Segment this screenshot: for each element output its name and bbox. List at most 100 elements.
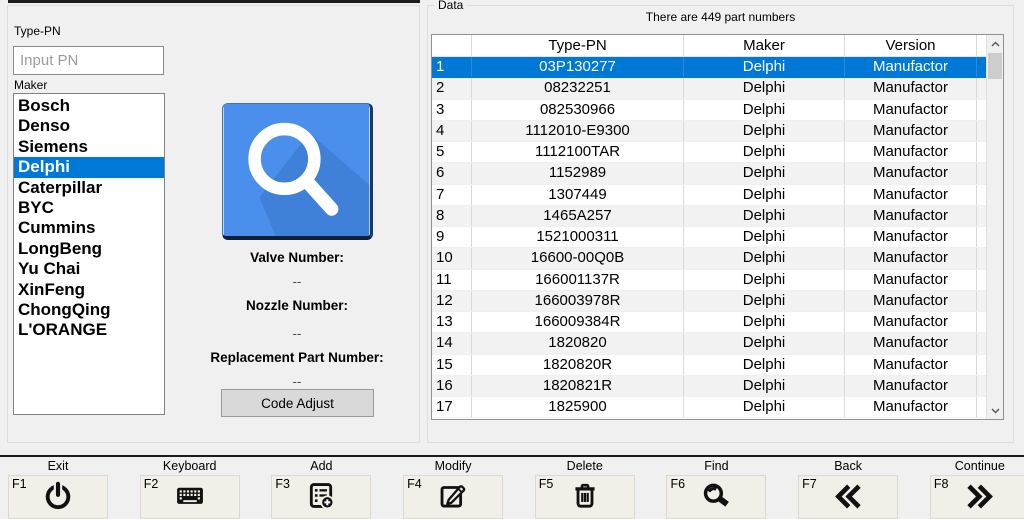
table-row[interactable]: 141820820DelphiManufactor (432, 333, 1003, 354)
cell-maker: Delphi (684, 376, 845, 396)
maker-option[interactable]: Yu Chai (14, 259, 164, 279)
table-row[interactable]: 208232251DelphiManufactor (432, 78, 1003, 99)
cell-maker: Delphi (684, 312, 845, 332)
table-row[interactable]: 41112010-E9300DelphiManufactor (432, 121, 1003, 142)
scroll-down-icon[interactable] (987, 402, 1003, 419)
table-row[interactable]: 1016600-00Q0BDelphiManufactor (432, 248, 1003, 269)
maker-option[interactable]: Cummins (14, 218, 164, 238)
maker-option[interactable]: Denso (14, 116, 164, 136)
cell-version: Manufactor (845, 397, 977, 417)
cell-num: 6 (432, 163, 472, 183)
table-row[interactable]: 13166009384RDelphiManufactor (432, 312, 1003, 333)
maker-option[interactable]: XinFeng (14, 280, 164, 300)
exit-button[interactable]: F1 (8, 475, 108, 519)
double-chevron-left-icon (829, 480, 867, 513)
cell-type_pn: 08232251 (472, 78, 684, 98)
cell-version: Manufactor (845, 270, 977, 290)
fkey-text: F2 (144, 477, 159, 491)
cell-type_pn: 166003978R (472, 291, 684, 311)
table-row[interactable]: 91521000311DelphiManufactor (432, 227, 1003, 248)
table-row[interactable]: 61152989DelphiManufactor (432, 163, 1003, 184)
cell-type_pn: 1112100TAR (472, 142, 684, 162)
table-row[interactable]: 103P130277DelphiManufactor (432, 57, 1003, 78)
continue-button[interactable]: F8 (930, 475, 1024, 519)
find-button[interactable]: F6 (666, 475, 766, 519)
maker-option[interactable]: BYC (14, 198, 164, 218)
table-row[interactable]: 71307449DelphiManufactor (432, 185, 1003, 206)
scroll-up-icon[interactable] (987, 35, 1003, 52)
table-row[interactable]: 161820821RDelphiManufactor (432, 376, 1003, 397)
back-button[interactable]: F7 (798, 475, 898, 519)
data-groupbox: Data There are 449 part numbers Type-PN … (427, 5, 1014, 443)
cell-version: Manufactor (845, 78, 977, 98)
header-type-pn: Type-PN (472, 35, 684, 56)
replacement-part-number-label: Replacement Part Number: (181, 350, 413, 365)
cell-num: 7 (432, 185, 472, 205)
cell-num: 11 (432, 270, 472, 290)
add-button[interactable]: F3 (271, 475, 371, 519)
fkey-text: F3 (275, 477, 290, 491)
vertical-scrollbar[interactable] (986, 35, 1003, 419)
part-number-table[interactable]: Type-PN Maker Version 103P130277DelphiMa… (431, 34, 1004, 420)
part-number-input[interactable] (13, 46, 164, 75)
part-count-text: There are 449 part numbers (428, 10, 1013, 24)
function-slot: DeleteF5 (535, 459, 635, 514)
maker-option[interactable]: Siemens (14, 137, 164, 157)
maker-option[interactable]: LongBeng (14, 239, 164, 259)
function-bar: ExitF1KeyboardF2AddF3ModifyF4DeleteF5Fin… (8, 459, 1024, 514)
function-slot: BackF7 (798, 459, 898, 514)
table-row[interactable]: 3082530966DelphiManufactor (432, 100, 1003, 121)
function-slot: FindF6 (666, 459, 766, 514)
table-body: 103P130277DelphiManufactor208232251Delph… (432, 57, 1003, 418)
cell-maker: Delphi (684, 206, 845, 226)
power-icon (43, 480, 74, 511)
keyboard-button[interactable]: F2 (140, 475, 240, 519)
maker-option[interactable]: ChongQing (14, 300, 164, 320)
cell-maker: Delphi (684, 270, 845, 290)
delete-button[interactable]: F5 (535, 475, 635, 519)
valve-number-value: -- (181, 274, 413, 289)
fkey-text: F4 (407, 477, 422, 491)
cell-num: 1 (432, 57, 472, 77)
cell-type_pn: 166001137R (472, 270, 684, 290)
cell-maker: Delphi (684, 100, 845, 120)
cell-type_pn: 03P130277 (472, 57, 684, 77)
selection-groupbox: Type-PN Maker BoschDensoSiemensDelphiCat… (7, 5, 420, 443)
function-slot: AddF3 (271, 459, 371, 514)
cell-num: 17 (432, 397, 472, 417)
maker-option[interactable]: Delphi (14, 157, 164, 177)
table-row[interactable]: 51112100TARDelphiManufactor (432, 142, 1003, 163)
code-adjust-button[interactable]: Code Adjust (221, 389, 374, 417)
search-button[interactable] (222, 103, 373, 240)
function-slot: ExitF1 (8, 459, 108, 514)
cell-maker: Delphi (684, 57, 845, 77)
function-label: Delete (535, 459, 635, 475)
modify-button[interactable]: F4 (403, 475, 503, 519)
table-row[interactable]: 11166001137RDelphiManufactor (432, 270, 1003, 291)
replacement-part-number-value: -- (181, 374, 413, 389)
cell-version: Manufactor (845, 248, 977, 268)
cell-num: 12 (432, 291, 472, 311)
cell-version: Manufactor (845, 163, 977, 183)
table-row[interactable]: 12166003978RDelphiManufactor (432, 291, 1003, 312)
cell-maker: Delphi (684, 333, 845, 353)
cell-maker: Delphi (684, 397, 845, 417)
maker-option[interactable]: Bosch (14, 96, 164, 116)
table-header: Type-PN Maker Version (432, 35, 1003, 57)
cell-version: Manufactor (845, 312, 977, 332)
cell-num: 9 (432, 227, 472, 247)
fkey-text: F6 (670, 477, 685, 491)
nozzle-number-label: Nozzle Number: (181, 298, 413, 313)
maker-option[interactable]: Caterpillar (14, 178, 164, 198)
table-row[interactable]: 151820820RDelphiManufactor (432, 355, 1003, 376)
cell-num: 4 (432, 121, 472, 141)
maker-listbox[interactable]: BoschDensoSiemensDelphiCaterpillarBYCCum… (13, 93, 165, 415)
scrollbar-thumb[interactable] (988, 53, 1002, 79)
function-label: Modify (403, 459, 503, 475)
table-row[interactable]: 81465A257DelphiManufactor (432, 206, 1003, 227)
cell-type_pn: 166009384R (472, 312, 684, 332)
cell-version: Manufactor (845, 376, 977, 396)
header-version: Version (845, 35, 977, 56)
maker-option[interactable]: L'ORANGE (14, 320, 164, 340)
table-row[interactable]: 171825900DelphiManufactor (432, 397, 1003, 418)
